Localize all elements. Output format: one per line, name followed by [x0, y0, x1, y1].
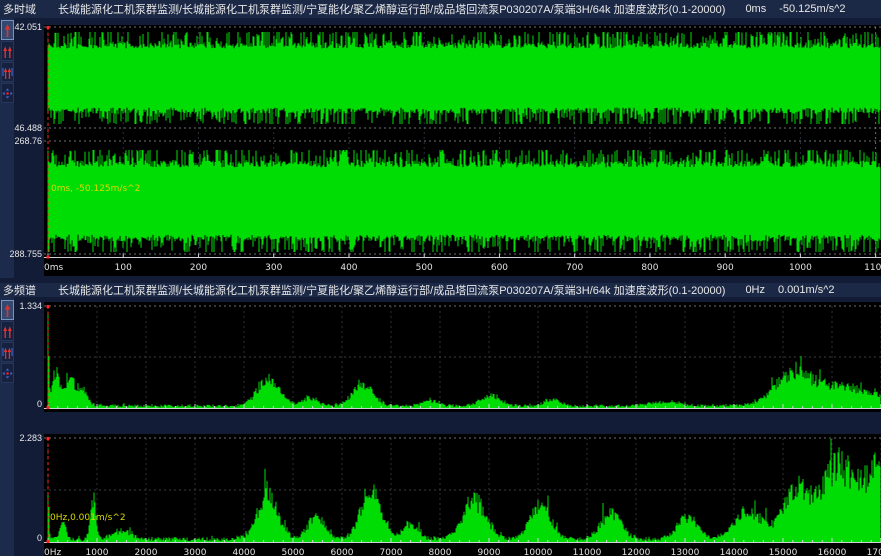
time-domain-measurement-path: 长城能源化工机泵群监测/长城能源化工机泵群监测/宁夏能化/聚乙烯醇运行部/成品塔… — [58, 1, 725, 17]
svg-text:10000: 10000 — [524, 548, 553, 556]
spectrum-mode-label: 多频谱 — [3, 283, 36, 297]
svg-text:3000: 3000 — [184, 548, 207, 556]
svg-text:6000: 6000 — [331, 548, 354, 556]
svg-text:15000: 15000 — [769, 548, 798, 556]
double-cursor-icon[interactable] — [1, 321, 14, 341]
svg-text:14000: 14000 — [720, 548, 749, 556]
time-domain-toolbar — [1, 20, 14, 103]
svg-text:100: 100 — [115, 263, 132, 273]
harmonic-cursor-icon[interactable] — [1, 62, 14, 82]
spectrum-chart-2[interactable]: 0Hz 1000 2000 3000 4000 5000 6000 7000 8000 9000 1… — [44, 434, 881, 556]
svg-text:11000: 11000 — [573, 548, 602, 556]
svg-text:400: 400 — [340, 263, 357, 273]
svg-text:0Hz: 0Hz — [44, 548, 61, 556]
svg-text:1100: 1100 — [864, 263, 881, 273]
pan-icon[interactable] — [1, 83, 14, 103]
svg-text:4000: 4000 — [233, 548, 256, 556]
y-axis-label: 46.488 — [0, 123, 42, 133]
y-axis-label: 42.051 — [0, 22, 42, 32]
svg-text:16000: 16000 — [818, 548, 847, 556]
svg-text:800: 800 — [641, 263, 658, 273]
svg-text:2000: 2000 — [135, 548, 158, 556]
y-axis-label: 1.334 — [0, 301, 42, 311]
svg-text:12000: 12000 — [622, 548, 651, 556]
spectrum-measurement-path: 长城能源化工机泵群监测/长城能源化工机泵群监测/宁夏能化/聚乙烯醇运行部/成品塔… — [58, 283, 725, 297]
svg-text:9000: 9000 — [478, 548, 501, 556]
time-domain-mode-label: 多时域 — [3, 1, 36, 17]
y-axis-label: 0 — [0, 399, 42, 409]
svg-text:200: 200 — [190, 263, 207, 273]
spectrum-header: 多频谱 长城能源化工机泵群监测/长城能源化工机泵群监测/宁夏能化/聚乙烯醇运行部… — [0, 283, 881, 297]
svg-text:5000: 5000 — [282, 548, 305, 556]
svg-text:17000: 17000 — [867, 548, 881, 556]
svg-text:700: 700 — [566, 263, 583, 273]
time-waveform-chart[interactable]: 0ms 100 200 300 400 500 600 700 800 900 1000 1100 0m… — [44, 25, 881, 276]
vibration-monitor-window: 多时域 长城能源化工机泵群监测/长城能源化工机泵群监测/宁夏能化/聚乙烯醇运行部… — [0, 0, 881, 556]
y-axis-label: 288.755 — [0, 249, 42, 259]
spectrum-chart-1[interactable] — [44, 302, 881, 412]
pan-icon[interactable] — [1, 363, 14, 383]
svg-text:7000: 7000 — [380, 548, 403, 556]
time-cursor-value-readout: -50.125m/s^2 — [779, 3, 845, 15]
double-cursor-icon[interactable] — [1, 41, 14, 61]
y-axis-label: 2.283 — [0, 433, 42, 443]
y-axis-label: 0 — [0, 533, 42, 543]
time-cursor-x-readout: 0ms — [745, 3, 766, 15]
svg-text:8000: 8000 — [429, 548, 452, 556]
svg-text:0ms, -50.125m/s^2: 0ms, -50.125m/s^2 — [51, 184, 140, 194]
svg-text:0ms: 0ms — [44, 263, 63, 273]
spectrum-cursor-x-readout: 0Hz — [745, 284, 765, 296]
svg-text:13000: 13000 — [671, 548, 700, 556]
spectrum-toolbar — [1, 300, 14, 383]
time-domain-header: 多时域 长城能源化工机泵群监测/长城能源化工机泵群监测/宁夏能化/聚乙烯醇运行部… — [0, 0, 881, 18]
svg-text:500: 500 — [416, 263, 433, 273]
svg-text:900: 900 — [717, 263, 734, 273]
spectrum-cursor-value-readout: 0.001m/s^2 — [778, 284, 835, 296]
y-axis-label: 268.76 — [0, 136, 42, 146]
svg-text:1000: 1000 — [789, 263, 812, 273]
harmonic-cursor-icon[interactable] — [1, 342, 14, 362]
svg-text:300: 300 — [265, 263, 282, 273]
svg-text:600: 600 — [491, 263, 508, 273]
svg-text:0Hz,0.001m/s^2: 0Hz,0.001m/s^2 — [50, 513, 126, 523]
svg-text:1000: 1000 — [86, 548, 109, 556]
